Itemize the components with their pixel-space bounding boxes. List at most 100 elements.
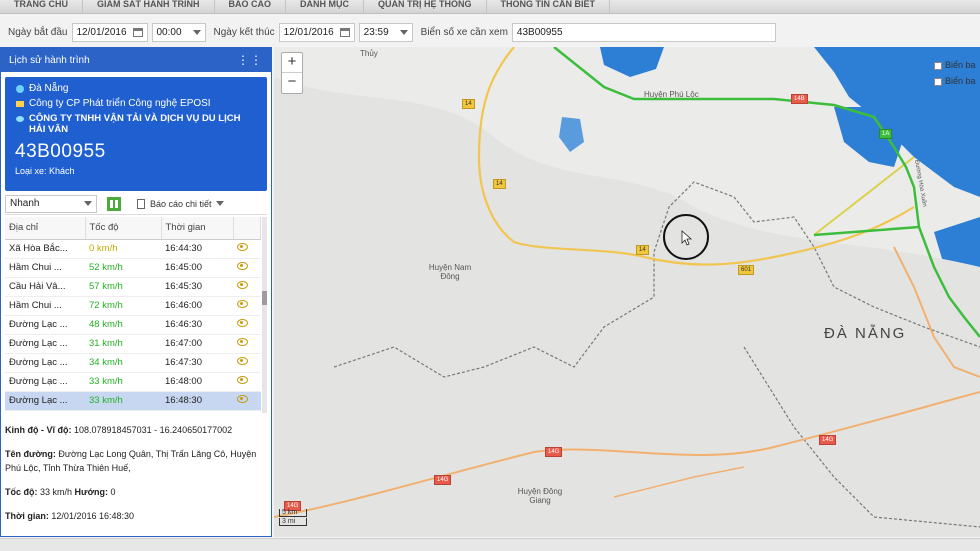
- table-row[interactable]: Xã Hòa Bắc... 0 km/h 16:44:30: [5, 239, 261, 259]
- shield-1a: 1A: [879, 129, 893, 139]
- legend-item[interactable]: Biển ba: [934, 57, 976, 73]
- row-view[interactable]: [233, 391, 261, 411]
- row-address: Đường Lạc ...: [5, 353, 85, 373]
- plate-input[interactable]: 43B00955: [511, 22, 776, 42]
- time-value: 12/01/2016 16:48:30: [51, 511, 134, 521]
- nav-info[interactable]: Thông tin cần biết: [487, 0, 610, 14]
- map-legend: Biển ba Biển ba: [934, 57, 976, 89]
- col-address[interactable]: Địa chỉ: [5, 217, 86, 240]
- status-bar: [0, 538, 980, 551]
- vehicle-info-box: Đà Nẵng Công ty CP Phát triển Công nghệ …: [5, 77, 267, 191]
- row-time: 16:45:00: [161, 258, 233, 278]
- col-time[interactable]: Thời gian: [161, 217, 234, 240]
- eye-icon[interactable]: [237, 300, 248, 308]
- row-view[interactable]: [233, 372, 261, 392]
- table-row[interactable]: Hầm Chui ... 72 km/h 16:46:00: [5, 296, 261, 316]
- speed-select[interactable]: Nhanh: [5, 194, 97, 213]
- row-time: 16:48:30: [161, 391, 233, 411]
- table-row[interactable]: Đường Lạc ... 33 km/h 16:48:30: [5, 391, 261, 411]
- row-view[interactable]: [233, 258, 261, 278]
- nav-report[interactable]: Báo cáo: [215, 0, 286, 14]
- speed-value: 33 km/h: [40, 487, 73, 497]
- table-row[interactable]: Đường Lạc ... 34 km/h 16:47:30: [5, 353, 261, 373]
- vehicle-type: Loại xe: Khách: [15, 166, 75, 176]
- row-speed: 33 km/h: [85, 391, 161, 411]
- eye-icon[interactable]: [237, 281, 248, 289]
- map-label-dong-giang: Huyện Đông Giang: [517, 487, 563, 505]
- map-canvas: [274, 47, 980, 537]
- table-row[interactable]: Hầm Chui ... 52 km/h 16:45:00: [5, 258, 261, 278]
- eye-icon[interactable]: [237, 376, 248, 384]
- shield-14-c: 14: [636, 245, 649, 255]
- eye-icon[interactable]: [237, 319, 248, 327]
- row-time: 16:47:30: [161, 353, 233, 373]
- speed-label: Tốc độ:: [5, 487, 38, 497]
- eye-icon[interactable]: [237, 243, 248, 251]
- row-speed: 72 km/h: [85, 296, 161, 316]
- filter-bar: Ngày bắt đầu 12/01/2016 00:00 Ngày kết t…: [0, 18, 980, 46]
- row-view[interactable]: [233, 277, 261, 297]
- start-date-field[interactable]: 12/01/2016: [71, 22, 148, 42]
- street-label: Tên đường:: [5, 449, 56, 459]
- eye-icon[interactable]: [237, 338, 248, 346]
- row-time: 16:46:30: [161, 315, 233, 335]
- row-view[interactable]: [233, 353, 261, 373]
- nav-admin[interactable]: Quản trị hệ thống: [364, 0, 487, 14]
- table-scrollbar[interactable]: [262, 217, 267, 413]
- pause-button[interactable]: [107, 196, 121, 211]
- vehicle-plate: 43B00955: [15, 141, 106, 162]
- eye-icon[interactable]: [237, 357, 248, 365]
- row-address: Cầu Hải Vâ...: [5, 277, 85, 297]
- shield-14b: 14B: [791, 94, 808, 104]
- scale-mi: 3 mi: [279, 518, 307, 526]
- scrollbar-thumb[interactable]: [262, 291, 267, 305]
- coord-label: Kinh độ - Vĩ độ:: [5, 425, 72, 435]
- row-speed: 48 km/h: [85, 315, 161, 335]
- nav-catalog[interactable]: Danh mục: [286, 0, 364, 14]
- end-date-field[interactable]: 12/01/2016: [278, 22, 355, 42]
- row-view[interactable]: [233, 334, 261, 354]
- main-nav: Trang chủ Giám sát hành trình Báo cáo Da…: [0, 0, 980, 14]
- legend-checkbox[interactable]: [934, 61, 942, 70]
- detail-report-button[interactable]: Báo cáo chi tiết: [137, 198, 224, 209]
- panel-title: Lịch sử hành trình: [9, 54, 90, 66]
- nav-monitoring[interactable]: Giám sát hành trình: [83, 0, 215, 14]
- eye-icon[interactable]: [237, 262, 248, 270]
- table-row[interactable]: Đường Lạc ... 48 km/h 16:46:30: [5, 315, 261, 335]
- row-time: 16:48:00: [161, 372, 233, 392]
- chevron-down-icon: [215, 201, 224, 206]
- calendar-icon[interactable]: [339, 27, 350, 37]
- nav-home[interactable]: Trang chủ: [0, 0, 83, 14]
- table-row[interactable]: Đường Lạc ... 31 km/h 16:47:00: [5, 334, 261, 354]
- panel-menu-icon[interactable]: ⋮⋮: [237, 53, 263, 67]
- end-time-select[interactable]: 23:59: [358, 22, 413, 42]
- calendar-icon[interactable]: [132, 27, 143, 37]
- legend-checkbox[interactable]: [934, 77, 942, 86]
- start-time-select[interactable]: 00:00: [151, 22, 206, 42]
- row-time: 16:47:00: [161, 334, 233, 354]
- history-rows: Xã Hòa Bắc... 0 km/h 16:44:30 Hầm Chui ... 5…: [5, 239, 261, 411]
- row-time: 16:44:30: [161, 239, 233, 259]
- map-label-da-nang: ĐÀ NẴNG: [824, 325, 907, 342]
- shield-14g-4: 14G: [434, 475, 452, 485]
- row-speed: 52 km/h: [85, 258, 161, 278]
- table-row[interactable]: Cầu Hải Vâ... 57 km/h 16:45:30: [5, 277, 261, 297]
- table-row[interactable]: Đường Lạc ... 33 km/h 16:48:00: [5, 372, 261, 392]
- provider-icon: [15, 99, 25, 109]
- history-panel: Lịch sử hành trình ⋮⋮ Đà Nẵng Công ty CP…: [0, 47, 272, 537]
- eye-icon[interactable]: [237, 395, 248, 403]
- map-view[interactable]: + − Biển ba Biển ba Thủy Huyện Phú Lộc H…: [274, 47, 980, 537]
- chevron-down-icon: [84, 201, 92, 206]
- legend-item[interactable]: Biển ba: [934, 73, 976, 89]
- row-address: Xã Hòa Bắc...: [5, 239, 85, 259]
- row-view[interactable]: [233, 239, 261, 259]
- row-time: 16:46:00: [161, 296, 233, 316]
- zoom-out-button[interactable]: −: [282, 73, 302, 93]
- zoom-in-button[interactable]: +: [282, 53, 302, 73]
- row-view[interactable]: [233, 315, 261, 335]
- col-speed[interactable]: Tốc độ: [85, 217, 162, 240]
- row-address: Hầm Chui ...: [5, 296, 85, 316]
- scale-km: 5 km: [279, 509, 307, 517]
- heading-value: 0: [110, 487, 116, 497]
- row-view[interactable]: [233, 296, 261, 316]
